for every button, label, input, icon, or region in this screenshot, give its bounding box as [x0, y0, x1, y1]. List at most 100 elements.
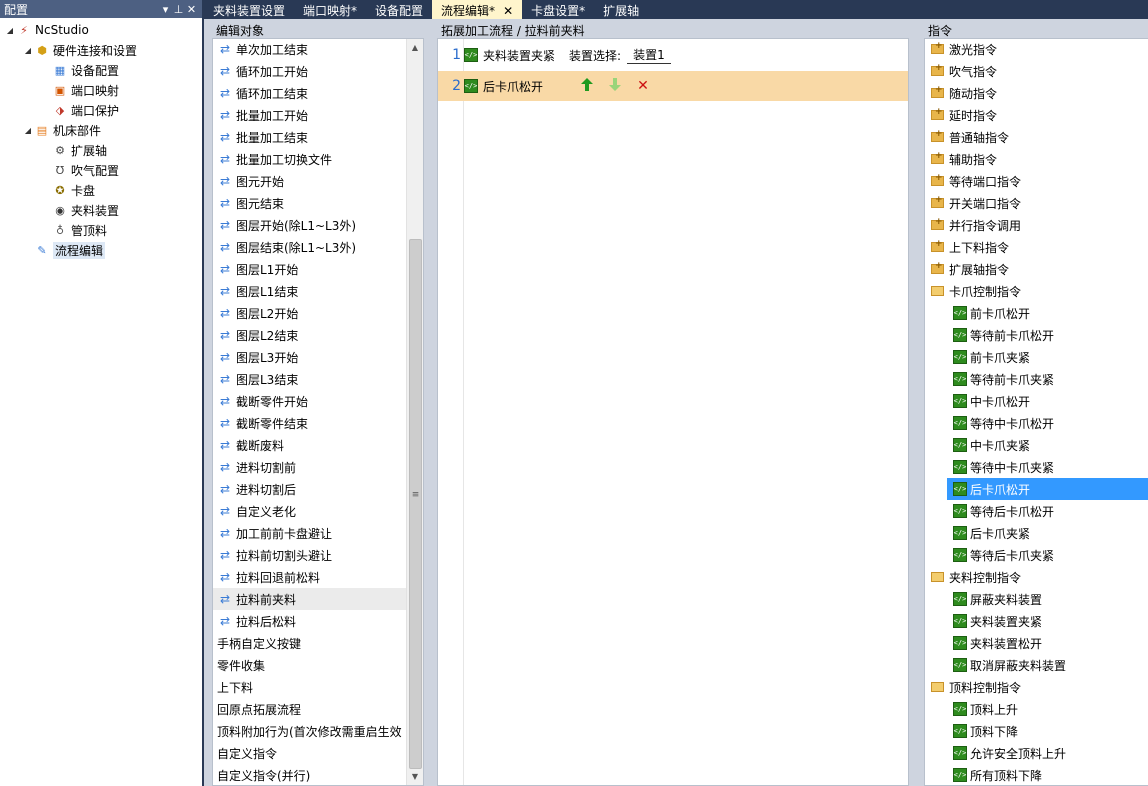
instruction-folder[interactable]: 卡爪控制指令 [925, 280, 1148, 302]
edit-object-item[interactable]: ⇄ 批量加工切换文件 [213, 148, 423, 170]
tree-node[interactable]: Ʊ 吹气配置 [0, 160, 202, 180]
tree-expander-icon[interactable]: ◢ [22, 126, 34, 135]
flow-row[interactable]: 1 </> 夹料装置夹紧 装置选择: 装置1 [438, 43, 908, 67]
instruction-folder[interactable]: 开关端口指令 [925, 192, 1148, 214]
edit-object-item[interactable]: ⇄ 截断零件结束 [213, 412, 423, 434]
tree-node[interactable]: ◢ ⬢ 硬件连接和设置 [0, 40, 202, 60]
tree-node[interactable]: ⬗ 端口保护 [0, 100, 202, 120]
instruction-folder[interactable]: 随动指令 [925, 82, 1148, 104]
edit-object-item[interactable]: ⇄ 图层L3结束 [213, 368, 423, 390]
edit-object-item[interactable]: ⇄ 图层L3开始 [213, 346, 423, 368]
edit-object-item[interactable]: ⇄ 图元开始 [213, 170, 423, 192]
instruction-item[interactable]: </> 等待后卡爪松开 [925, 500, 1148, 522]
instruction-folder[interactable]: 顶料控制指令 [925, 676, 1148, 698]
instruction-item[interactable]: </> 后卡爪松开 [947, 478, 1148, 500]
device-select[interactable]: 装置1 [627, 46, 671, 64]
instruction-item[interactable]: </> 前卡爪夹紧 [925, 346, 1148, 368]
close-icon[interactable]: ✕ [185, 3, 198, 16]
tab[interactable]: 设备配置 [366, 0, 432, 19]
edit-object-item[interactable]: 手柄自定义按键 [213, 632, 423, 654]
scroll-down-icon[interactable]: ▼ [407, 768, 423, 785]
move-up-icon[interactable] [577, 77, 597, 95]
instruction-item[interactable]: </> 夹料装置松开 [925, 632, 1148, 654]
instruction-item[interactable]: </> 所有顶料下降 [925, 764, 1148, 785]
edit-object-item[interactable]: 顶料附加行为(首次修改需重启生效 [213, 720, 423, 742]
edit-object-item[interactable]: ⇄ 图层L1开始 [213, 258, 423, 280]
instruction-folder[interactable]: 激光指令 [925, 39, 1148, 60]
edit-object-item[interactable]: ⇄ 循环加工结束 [213, 82, 423, 104]
instruction-item[interactable]: </> 等待后卡爪夹紧 [925, 544, 1148, 566]
edit-object-item[interactable]: ⇄ 图层L2开始 [213, 302, 423, 324]
edit-objects-list[interactable]: ⇄ 单次加工结束 ⇄ 循环加工开始 ⇄ 循环加工结束 ⇄ 批量加工开始 ⇄ 批量加工结束 ⇄ 批量加工… [212, 38, 424, 786]
edit-object-item[interactable]: ⇄ 截断零件开始 [213, 390, 423, 412]
instruction-folder[interactable]: 吹气指令 [925, 60, 1148, 82]
instruction-item[interactable]: </> 中卡爪松开 [925, 390, 1148, 412]
edit-object-item[interactable]: ⇄ 图层L2结束 [213, 324, 423, 346]
edit-object-item[interactable]: ⇄ 循环加工开始 [213, 60, 423, 82]
instruction-folder[interactable]: 扩展轴指令 [925, 258, 1148, 280]
edit-object-item[interactable]: 自定义指令 [213, 742, 423, 764]
instruction-folder[interactable]: 等待端口指令 [925, 170, 1148, 192]
instruction-folder[interactable]: 延时指令 [925, 104, 1148, 126]
tree-node[interactable]: ◢ ▤ 机床部件 [0, 120, 202, 140]
tab[interactable]: 扩展轴 [594, 0, 648, 19]
edit-object-item[interactable]: ⇄ 图层结束(除L1~L3外) [213, 236, 423, 258]
tree-node[interactable]: ✎ 流程编辑 [0, 240, 202, 260]
tree-expander-icon[interactable]: ◢ [22, 46, 34, 55]
instruction-item[interactable]: </> 顶料上升 [925, 698, 1148, 720]
move-down-icon[interactable] [605, 77, 625, 95]
edit-object-item[interactable]: ⇄ 拉料前切割头避让 [213, 544, 423, 566]
tree-node[interactable]: ♁ 管顶料 [0, 220, 202, 240]
edit-object-item[interactable]: ⇄ 拉料后松料 [213, 610, 423, 632]
instruction-item[interactable]: </> 中卡爪夹紧 [925, 434, 1148, 456]
delete-icon[interactable]: ✕ [633, 78, 653, 94]
instruction-item[interactable]: </> 屏蔽夹料装置 [925, 588, 1148, 610]
instruction-item[interactable]: </> 等待中卡爪夹紧 [925, 456, 1148, 478]
instruction-item[interactable]: </> 允许安全顶料上升 [925, 742, 1148, 764]
edit-object-item[interactable]: ⇄ 图层L1结束 [213, 280, 423, 302]
edit-object-item[interactable]: 回原点拓展流程 [213, 698, 423, 720]
pin-icon[interactable]: ▾ [159, 3, 172, 16]
instruction-item[interactable]: </> 后卡爪夹紧 [925, 522, 1148, 544]
flow-row-selected[interactable]: 2 </> 后卡爪松开 ✕ [438, 71, 908, 101]
edit-object-item[interactable]: ⇄ 批量加工开始 [213, 104, 423, 126]
instruction-folder[interactable]: 夹料控制指令 [925, 566, 1148, 588]
tree-node[interactable]: ▣ 端口映射 [0, 80, 202, 100]
tree-node[interactable]: ✪ 卡盘 [0, 180, 202, 200]
edit-object-item[interactable]: ⇄ 拉料前夹料 [213, 588, 423, 610]
scroll-up-icon[interactable]: ▲ [407, 39, 423, 56]
tab-close-icon[interactable]: ✕ [503, 4, 513, 18]
instructions-tree[interactable]: 激光指令吹气指令随动指令延时指令普通轴指令辅助指令等待端口指令开关端口指令并行指… [924, 38, 1148, 786]
edit-object-item[interactable]: ⇄ 图元结束 [213, 192, 423, 214]
tree-expander-icon[interactable]: ◢ [4, 26, 16, 35]
instruction-item[interactable]: </> 顶料下降 [925, 720, 1148, 742]
tree-node[interactable]: ◢ ⚡ NcStudio [0, 20, 202, 40]
tab[interactable]: 流程编辑* ✕ [432, 0, 523, 19]
scrollbar-thumb[interactable]: ≡ [409, 239, 422, 769]
instruction-item[interactable]: </> 等待前卡爪松开 [925, 324, 1148, 346]
instruction-folder[interactable]: 辅助指令 [925, 148, 1148, 170]
edit-object-item[interactable]: ⇄ 进料切割前 [213, 456, 423, 478]
instruction-folder[interactable]: 普通轴指令 [925, 126, 1148, 148]
instruction-item[interactable]: </> 等待前卡爪夹紧 [925, 368, 1148, 390]
edit-object-item[interactable]: ⇄ 加工前前卡盘避让 [213, 522, 423, 544]
tree-node[interactable]: ⚙ 扩展轴 [0, 140, 202, 160]
edit-object-item[interactable]: ⇄ 单次加工结束 [213, 39, 423, 60]
instruction-item[interactable]: </> 等待中卡爪松开 [925, 412, 1148, 434]
tab[interactable]: 夹料装置设置 [204, 0, 294, 19]
edit-object-item[interactable]: ⇄ 拉料回退前松料 [213, 566, 423, 588]
edit-object-item[interactable]: ⇄ 图层开始(除L1~L3外) [213, 214, 423, 236]
edit-object-item[interactable]: ⇄ 截断废料 [213, 434, 423, 456]
flow-editor[interactable]: 1 </> 夹料装置夹紧 装置选择: 装置1 2 </> 后卡爪松开 ✕ [437, 38, 909, 786]
instruction-folder[interactable]: 并行指令调用 [925, 214, 1148, 236]
edit-object-item[interactable]: ⇄ 进料切割后 [213, 478, 423, 500]
tab[interactable]: 卡盘设置* [522, 0, 594, 19]
tree-node[interactable]: ▦ 设备配置 [0, 60, 202, 80]
instruction-folder[interactable]: 上下料指令 [925, 236, 1148, 258]
autohide-pin-icon[interactable]: ⊥ [172, 3, 185, 16]
instruction-item[interactable]: </> 前卡爪松开 [925, 302, 1148, 324]
instruction-item[interactable]: </> 取消屏蔽夹料装置 [925, 654, 1148, 676]
edit-object-item[interactable]: 自定义指令(并行) [213, 764, 423, 785]
edit-object-item[interactable]: ⇄ 自定义老化 [213, 500, 423, 522]
instruction-item[interactable]: </> 夹料装置夹紧 [925, 610, 1148, 632]
